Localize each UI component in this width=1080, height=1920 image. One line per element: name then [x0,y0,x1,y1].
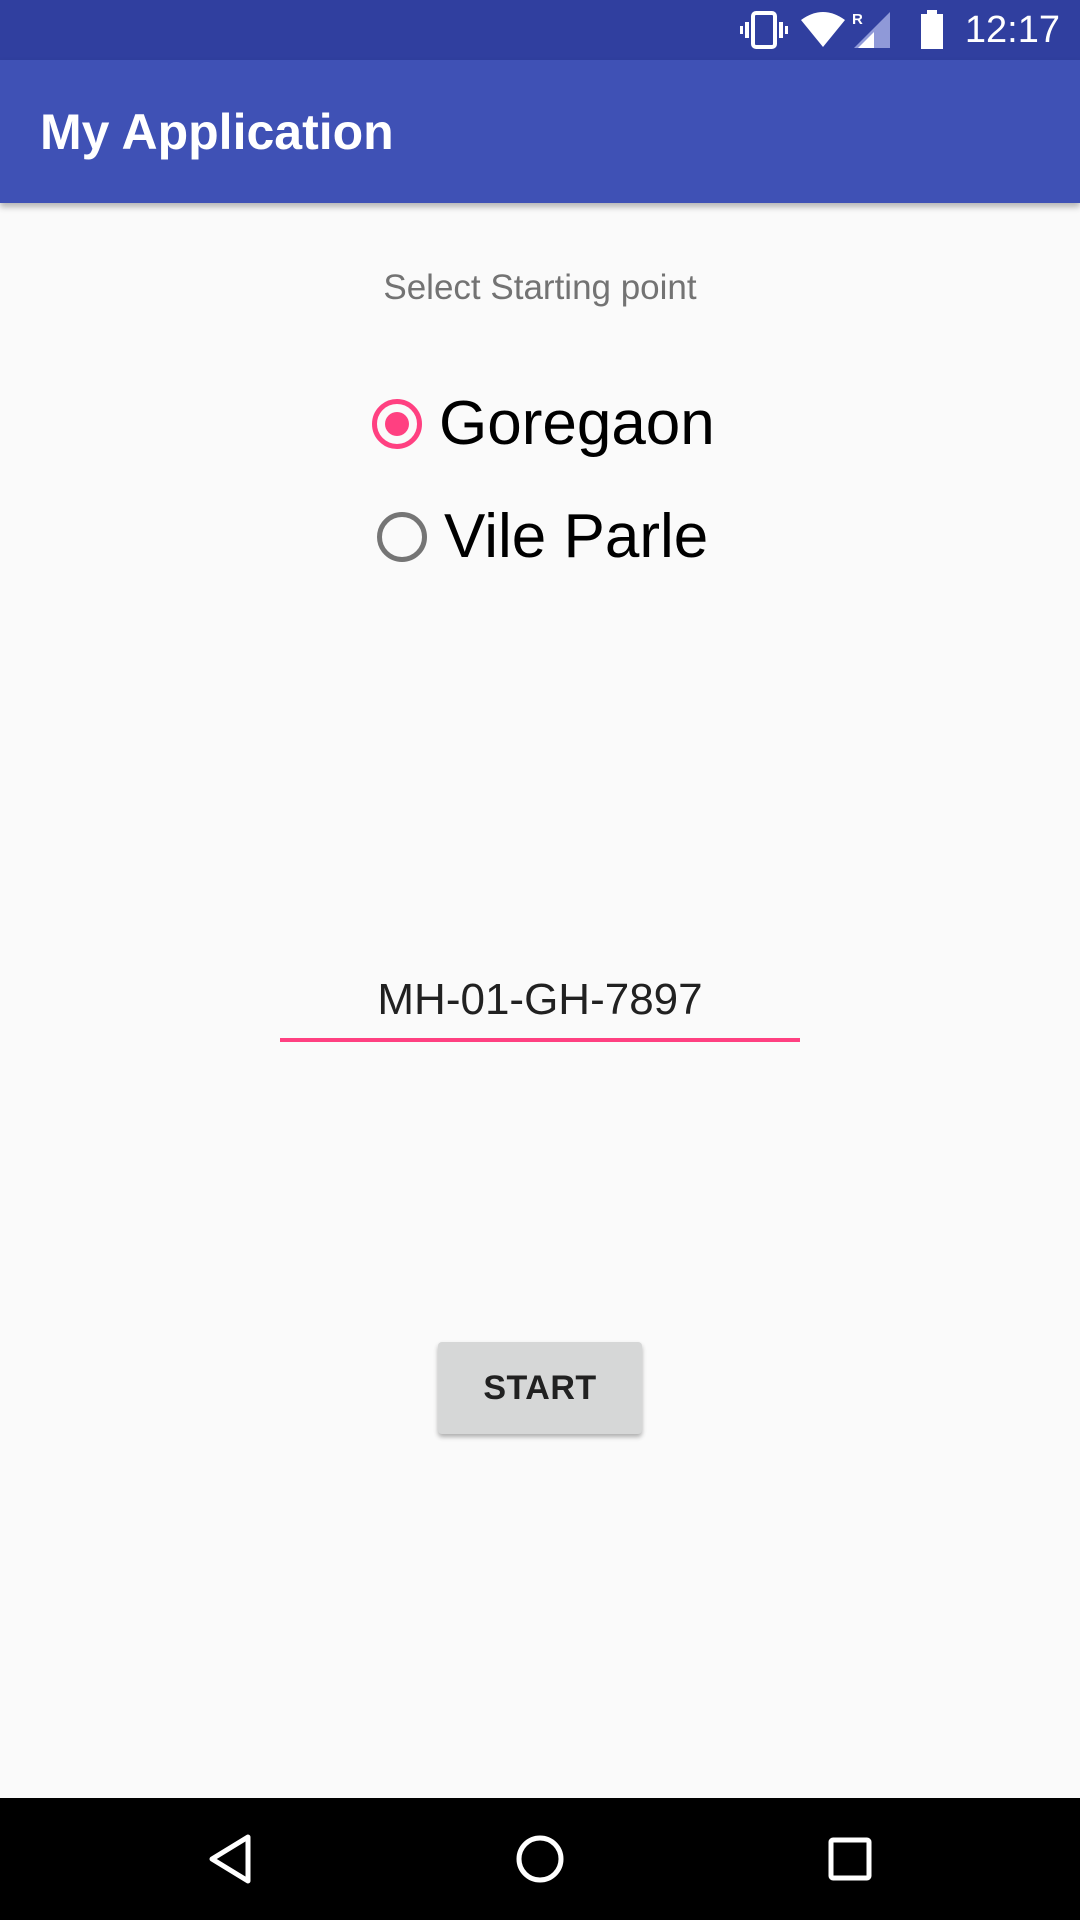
home-icon[interactable] [510,1829,570,1889]
radio-label-vile-parle: Vile Parle [444,502,709,571]
cellular-signal-icon: R [852,11,890,48]
start-button[interactable]: START [438,1342,642,1434]
radio-label-goregaon: Goregaon [439,389,715,458]
radio-option-goregaon[interactable]: Goregaon [372,386,715,462]
vibrate-icon [740,11,788,49]
app-bar: My Application [0,60,1080,203]
status-bar: R 12:17 [0,0,1080,60]
select-starting-point-label: Select Starting point [383,268,697,307]
roaming-indicator: R [852,11,863,28]
app-title: My Application [40,104,394,160]
radio-option-vile-parle[interactable]: Vile Parle [377,499,708,575]
radio-checked-icon[interactable] [372,399,422,449]
radio-unchecked-icon[interactable] [377,512,427,562]
back-icon[interactable] [200,1829,260,1889]
recents-icon[interactable] [820,1829,880,1889]
vehicle-number-input[interactable] [280,968,800,1032]
navigation-bar [0,1798,1080,1920]
status-time: 12:17 [964,9,1060,51]
battery-icon [921,10,943,49]
wifi-icon [801,12,845,47]
vehicle-number-field[interactable] [280,968,800,1042]
